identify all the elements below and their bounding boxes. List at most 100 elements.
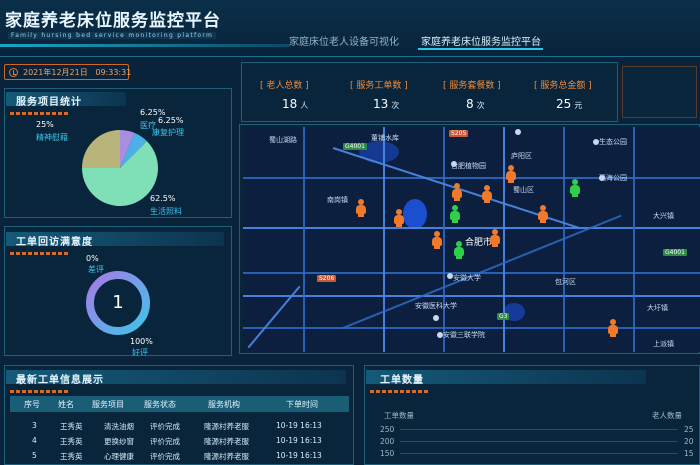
highway-shield: G3 [497, 313, 510, 320]
stats-panel [241, 62, 618, 122]
elderly-marker[interactable] [481, 185, 493, 203]
map-label: 蜀山湖路 [269, 136, 297, 144]
stat-value-orders: 13 次 [373, 97, 399, 111]
poi-marker [599, 175, 605, 181]
satisfaction-title: 工单回访满意度 [16, 237, 93, 248]
road [243, 227, 700, 229]
map-label: 庐阳区 [511, 152, 532, 160]
bad-review-pct: 0% [86, 254, 99, 263]
stat-value-elderly: 18 人 [282, 97, 308, 111]
lake [403, 199, 427, 229]
elderly-marker[interactable] [537, 205, 549, 223]
cell-org: 隆源村养老服 [204, 452, 249, 461]
road [303, 127, 305, 352]
pie-pct-rehab: 6.25% [158, 116, 184, 125]
elderly-marker[interactable] [431, 231, 443, 249]
pie-label-daily-care: 生活照料 [150, 207, 182, 216]
road [633, 127, 635, 352]
cell-time: 10-19 16:13 [276, 421, 322, 430]
elderly-marker-active[interactable] [453, 241, 465, 259]
cell-org: 隆源村养老服 [204, 437, 249, 446]
highway-shield: G4001 [343, 143, 367, 150]
stat-unit: 元 [574, 101, 583, 110]
stat-unit: 人 [300, 101, 309, 110]
elderly-marker[interactable] [451, 183, 463, 201]
elderly-marker[interactable] [489, 229, 501, 247]
stat-number: 18 [282, 97, 298, 111]
title-decoration [370, 390, 430, 393]
stat-number: 8 [466, 97, 474, 111]
elderly-marker-active[interactable] [569, 179, 581, 197]
road [243, 295, 700, 297]
gridline [400, 453, 678, 454]
pie-slice[interactable] [82, 130, 120, 168]
cell-service: 心理健康 [104, 452, 134, 461]
datetime-text: 2021年12月21日 09:33:31 [23, 67, 131, 78]
map-label: 合肥市 [465, 238, 493, 248]
left-axis-label: 工单数量 [384, 411, 414, 420]
pie-pct-spiritual: 25% [36, 120, 54, 129]
page-title: 家庭养老床位服务监控平台 [5, 11, 221, 31]
gridline [400, 429, 678, 430]
order-count-title: 工单数量 [380, 375, 424, 386]
highway-shield: S205 [449, 130, 469, 137]
column-header: 服务项目 [92, 400, 124, 409]
left-tick: 150 [380, 449, 395, 458]
pie-label-spiritual: 精神慰藉 [36, 133, 68, 142]
elderly-marker[interactable] [393, 209, 405, 227]
poi-marker [447, 273, 453, 279]
stat-value-packages: 8次 [466, 97, 485, 111]
title-decoration [10, 252, 70, 255]
cell-index: 3 [32, 421, 37, 430]
poi-marker [451, 161, 457, 167]
left-tick: 200 [380, 437, 395, 446]
map-label: 安徽三联学院 [443, 331, 485, 339]
elderly-marker[interactable] [607, 319, 619, 337]
cell-service: 清洗油烟 [104, 422, 134, 431]
column-header: 服务状态 [144, 400, 176, 409]
work-orders-title: 最新工单信息展示 [16, 375, 104, 386]
stat-label-amount: [ 服务总金额 ] [534, 81, 592, 91]
cell-time: 10-19 16:13 [276, 451, 322, 460]
column-header: 姓名 [58, 400, 74, 409]
header-accent-bar [0, 44, 290, 47]
bad-review-label: 差评 [88, 265, 104, 274]
road [243, 327, 700, 329]
map-label: 安徽大学 [453, 274, 481, 282]
map-label: 蜀山区 [513, 186, 534, 194]
elderly-marker-active[interactable] [449, 205, 461, 223]
cell-index: 5 [32, 451, 37, 460]
title-decoration [10, 112, 70, 115]
map-label: 董铺水库 [371, 134, 399, 142]
road [383, 127, 385, 352]
stat-label-packages: [ 服务套餐数 ] [443, 81, 501, 91]
road [243, 177, 700, 179]
corner-widget [622, 66, 697, 118]
right-tick: 25 [684, 425, 694, 434]
elderly-marker[interactable] [505, 165, 517, 183]
cell-name: 王秀英 [60, 422, 83, 431]
time-value: 09:33:31 [95, 68, 132, 77]
cell-status: 评价完成 [150, 452, 180, 461]
map-label: 大兴镇 [653, 212, 674, 220]
map-label: 包河区 [555, 278, 576, 286]
cell-index: 4 [32, 436, 37, 445]
nav-tab-service-monitoring[interactable]: 家庭养老床位服务监控平台 [421, 33, 541, 48]
elderly-marker[interactable] [355, 199, 367, 217]
work-orders-table-header: 序号 姓名 服务项目 服务状态 服务机构 下单时间 [10, 396, 349, 412]
city-map[interactable]: 蜀山湖路 董铺水库 合肥植物园 庐阳区 生态公园 瑶海公园 蜀山区 南岗镇 大兴… [243, 127, 700, 352]
satisfaction-center-value: 1 [112, 292, 124, 313]
road [443, 127, 445, 352]
pie-pct-daily-care: 62.5% [150, 194, 176, 203]
right-tick: 20 [684, 437, 694, 446]
title-decoration [10, 390, 70, 393]
stat-number: 25 [556, 97, 572, 111]
header: 家庭养老床位服务监控平台 Family hursing bed service … [0, 0, 700, 58]
column-header: 下单时间 [286, 400, 318, 409]
header-divider [0, 56, 700, 57]
highway-shield: G4001 [663, 249, 687, 256]
stat-label-elderly: [ 老人总数 ] [260, 81, 309, 91]
column-header: 序号 [24, 400, 40, 409]
poi-marker [593, 139, 599, 145]
nav-tab-device-visualization[interactable]: 家庭床位老人设备可视化 [289, 33, 399, 48]
